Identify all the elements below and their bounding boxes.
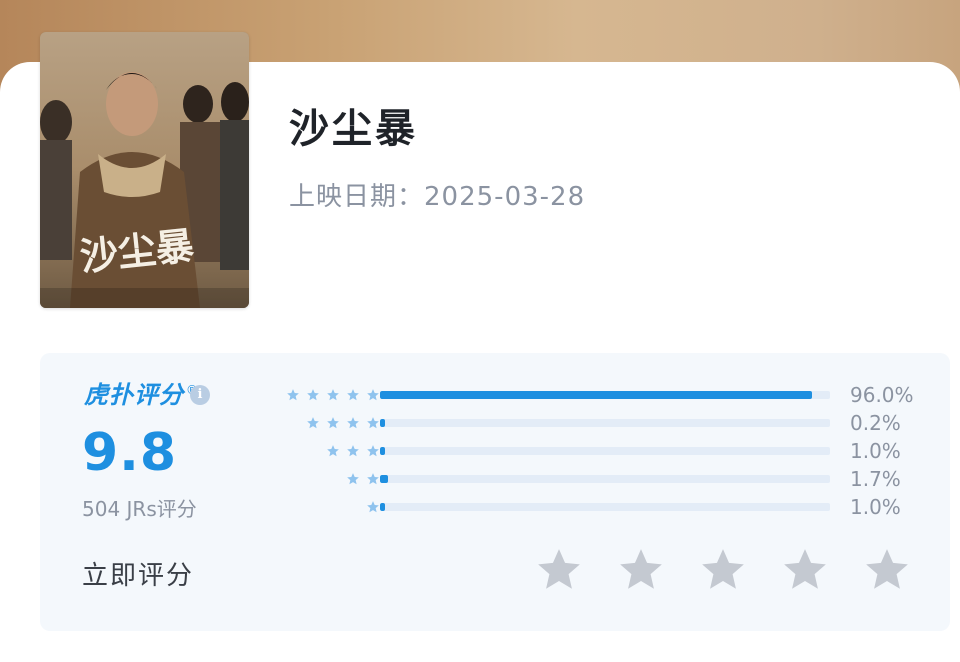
rate-star-icon[interactable] — [698, 545, 748, 595]
distribution-bar-fill — [380, 391, 812, 399]
rate-star-icon[interactable] — [780, 545, 830, 595]
rate-now-label: 立即评分 — [82, 561, 195, 591]
release-date: 2025-03-28 — [424, 182, 586, 212]
distribution-row-5-star: 96.0% — [260, 381, 920, 409]
star-icon — [367, 389, 379, 401]
rate-star-icon[interactable] — [616, 545, 666, 595]
row-star-group — [346, 465, 380, 493]
star-icon — [347, 473, 359, 485]
vote-count: 504 JRs评分 — [82, 497, 197, 521]
distribution-bar-fill — [380, 447, 385, 455]
star-icon — [367, 473, 379, 485]
distribution-row-2-star: 1.7% — [260, 465, 920, 493]
rate-star-icon[interactable] — [534, 545, 584, 595]
distribution-row-1-star: 1.0% — [260, 493, 920, 521]
rating-brand-logo: 虎扑评分® — [84, 375, 199, 410]
distribution-bar-track — [380, 391, 830, 399]
star-icon — [307, 389, 319, 401]
release-date-line: 上映日期：2025-03-28 — [289, 176, 585, 213]
info-icon[interactable]: i — [190, 385, 210, 405]
distribution-row-4-star: 0.2% — [260, 409, 920, 437]
poster-art: 沙尘暴 — [40, 32, 249, 308]
average-score: 9.8 — [82, 423, 178, 483]
rate-now-stars — [534, 545, 912, 595]
distribution-bar-track — [380, 475, 830, 483]
distribution-bar-fill — [380, 503, 385, 511]
row-star-group — [326, 437, 380, 465]
star-icon — [367, 501, 379, 513]
distribution-bar-fill — [380, 475, 388, 483]
star-icon — [327, 445, 339, 457]
movie-detail-page: 沙尘暴 沙尘暴 上映日期：2025-03-28 虎扑评分® i 9.8 504 … — [0, 0, 960, 662]
star-icon — [347, 445, 359, 457]
row-star-group — [366, 493, 380, 521]
rating-card: 虎扑评分® i 9.8 504 JRs评分 96.0% 0.2% 1.0% 1.7% 1… — [40, 353, 950, 631]
star-icon — [327, 417, 339, 429]
distribution-bar-track — [380, 503, 830, 511]
star-icon — [307, 417, 319, 429]
distribution-percent: 0.2% — [850, 411, 901, 435]
star-icon — [347, 417, 359, 429]
movie-title: 沙尘暴 — [289, 106, 418, 152]
distribution-percent: 1.7% — [850, 467, 901, 491]
distribution-percent: 96.0% — [850, 383, 914, 407]
distribution-row-3-star: 1.0% — [260, 437, 920, 465]
distribution-percent: 1.0% — [850, 495, 901, 519]
star-icon — [327, 389, 339, 401]
row-star-group — [306, 409, 380, 437]
star-icon — [367, 445, 379, 457]
distribution-bar-fill — [380, 419, 385, 427]
star-icon — [347, 389, 359, 401]
star-icon — [287, 389, 299, 401]
distribution-bar-track — [380, 447, 830, 455]
distribution-bar-track — [380, 419, 830, 427]
star-icon — [367, 417, 379, 429]
release-label: 上映日期： — [289, 182, 425, 212]
row-star-group — [286, 381, 380, 409]
brand-name: 虎扑评分 — [84, 381, 184, 409]
distribution-percent: 1.0% — [850, 439, 901, 463]
rate-star-icon[interactable] — [862, 545, 912, 595]
movie-poster[interactable]: 沙尘暴 — [40, 32, 249, 308]
